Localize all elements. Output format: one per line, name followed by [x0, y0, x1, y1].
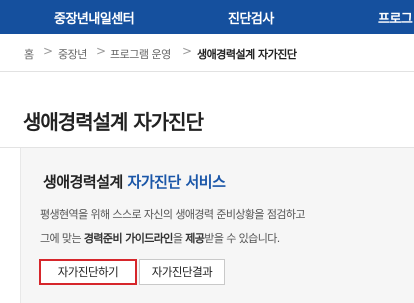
chevron-right-icon: >	[182, 44, 193, 58]
nav-item-diagnosis[interactable]: 진단검사	[228, 8, 274, 27]
service-title: 생애경력설계 자가진단 서비스	[43, 171, 226, 192]
breadcrumb-item-middle-aged[interactable]: 중장년	[58, 46, 87, 62]
breadcrumb: 홈 > 중장년 > 프로그램 운영 > 생애경력설계 자가진단	[0, 34, 414, 72]
service-description-line2: 그에 맞는 경력준비 가이드라인을 제공받을 수 있습니다.	[40, 232, 280, 245]
chevron-right-icon: >	[43, 44, 54, 58]
service-title-highlight: 자가진단 서비스	[127, 173, 226, 191]
breadcrumb-item-program[interactable]: 프로그램 운영	[110, 46, 171, 62]
breadcrumb-current: 생애경력설계 자가진단	[197, 48, 297, 61]
nav-item-center[interactable]: 중장년내일센터	[54, 8, 135, 27]
service-title-main: 생애경력설계	[43, 173, 123, 191]
top-navigation: 중장년내일센터 진단검사 프로그	[0, 0, 414, 34]
breadcrumb-home[interactable]: 홈	[24, 46, 34, 62]
self-diagnosis-result-button[interactable]: 자가진단결과	[139, 259, 225, 285]
chevron-right-icon: >	[96, 44, 107, 58]
service-description-line1: 평생현역을 위해 스스로 자신의 생애경력 준비상황을 점검하고	[40, 208, 306, 221]
nav-item-program[interactable]: 프로그	[378, 8, 413, 27]
page-title: 생애경력설계 자가진단	[23, 110, 204, 134]
self-diagnosis-button[interactable]: 자가진단하기	[39, 259, 137, 285]
